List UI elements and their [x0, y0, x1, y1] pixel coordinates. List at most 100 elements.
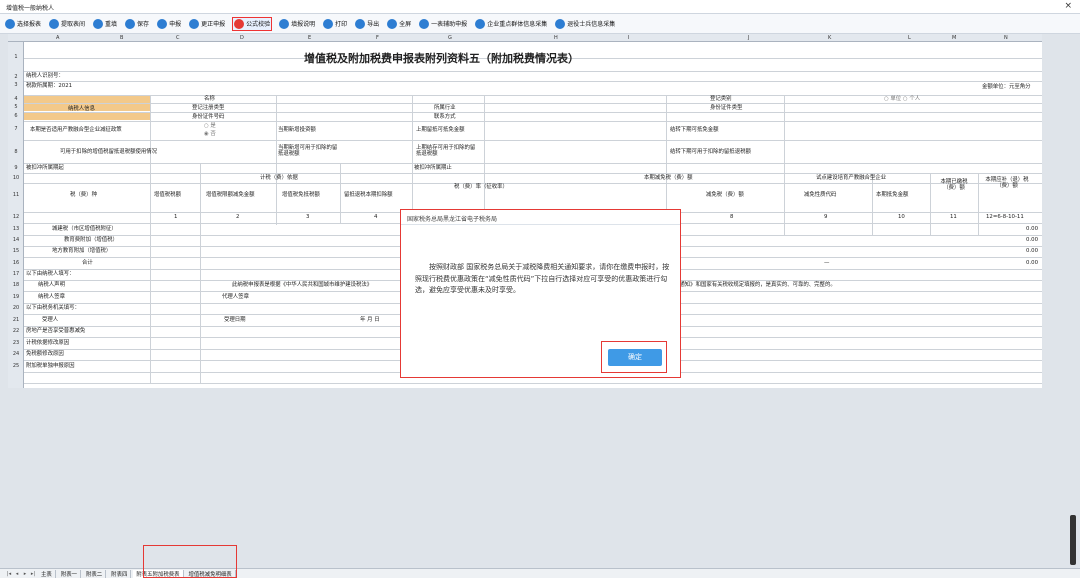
row-number[interactable]: 22 [8, 328, 24, 334]
toolbar-button-0[interactable]: 选择报表 [4, 17, 42, 31]
toolbar-button-6[interactable]: 公式校验 [232, 16, 273, 31]
toolbar-button-4[interactable]: 申报 [156, 17, 182, 31]
row-number[interactable]: 1 [8, 54, 24, 60]
close-icon[interactable]: × [1064, 1, 1072, 11]
next-credit-label: 结转下期可抵免金额 [670, 127, 719, 133]
row-number[interactable]: 19 [8, 294, 24, 300]
tab-nav-icon[interactable]: ▸| [30, 571, 36, 577]
column-letter[interactable]: F [376, 34, 379, 42]
idtype-label: 身份证件类型 [710, 105, 743, 111]
toolbar-button-11[interactable]: 一表辅助申报 [418, 17, 468, 31]
active-tab-highlight [143, 545, 237, 578]
realestate-label: 房地产是否享受普惠减免 [26, 328, 86, 334]
column-letter[interactable]: G [448, 34, 452, 42]
column-letter[interactable]: B [120, 34, 123, 42]
taxpayer-info-label: 纳税人信息 [68, 106, 95, 112]
vat-exempt-header: 增值税免抵税额 [282, 192, 320, 198]
col-num-2: 2 [236, 214, 240, 220]
column-letter[interactable]: K [828, 34, 831, 42]
tab-1[interactable]: 附表一 [58, 569, 81, 578]
tab-nav-icon[interactable]: ◂ [14, 571, 20, 577]
tab-nav-icon[interactable]: |◂ [6, 571, 12, 577]
tab-nav-icon[interactable]: ▸ [22, 571, 28, 577]
row-number[interactable]: 8 [8, 149, 24, 155]
row-total: 合计 [82, 260, 93, 266]
period-start-label: 被扣冲所属期起 [26, 165, 64, 171]
column-letter[interactable]: J [748, 34, 749, 42]
tax-type-header: 税（费）种 [70, 192, 97, 198]
row-number[interactable]: 16 [8, 260, 24, 266]
period-end-label: 被扣冲所属期止 [414, 165, 452, 171]
column-letter[interactable]: N [1004, 34, 1008, 42]
toolbar-button-1[interactable]: 提取表间 [48, 17, 86, 31]
pilot-header: 试点建设培育产教融合型企业 [816, 175, 887, 181]
print-icon [323, 18, 334, 29]
scrollbar[interactable] [1070, 515, 1076, 565]
toolbar-label: 公式校验 [246, 21, 271, 28]
row-number[interactable]: 20 [8, 305, 24, 311]
col-num-4: 4 [374, 214, 378, 220]
row-number[interactable]: 6 [8, 113, 24, 119]
toolbar-button-10[interactable]: 全屏 [386, 17, 412, 31]
row-number[interactable]: 5 [8, 104, 24, 110]
row-number[interactable]: 25 [8, 363, 24, 369]
row-number[interactable]: 14 [8, 237, 24, 243]
gridline [24, 71, 1042, 72]
vat-amount-header: 增值税税额 [154, 192, 181, 198]
column-letter[interactable]: L [908, 34, 911, 42]
tab-3[interactable]: 附表四 [108, 569, 132, 578]
column-letter[interactable]: M [952, 34, 956, 42]
row-number[interactable]: 18 [8, 282, 24, 288]
tab-0[interactable]: 主表 [38, 569, 56, 578]
tab-2[interactable]: 附表二 [83, 569, 107, 578]
column-letter[interactable]: E [308, 34, 311, 42]
toolbar-label: 填报说明 [291, 21, 316, 28]
resize-icon [419, 18, 430, 29]
reg-type-label: 登记注册类型 [192, 105, 225, 111]
share-icon [49, 18, 60, 29]
unit-person-radio[interactable]: ○ 单位 ○ 个人 [884, 96, 920, 102]
row-number[interactable]: 11 [8, 192, 24, 198]
radio-no[interactable]: ◉ 否 [204, 131, 216, 137]
row-number[interactable]: 13 [8, 226, 24, 232]
radio-yes[interactable]: ○ 是 [204, 123, 216, 129]
col-num-11: 11 [950, 214, 957, 220]
next-remain-label: 结转下期可用于扣除的留抵退税额 [670, 149, 751, 155]
row-number[interactable]: 3 [8, 82, 24, 88]
declaration-tail: 的通知》和国家有关税收规定填报的，是真实的、可靠的、完整的。 [674, 282, 836, 288]
refund-header: 本期应补（退）税（费）额 [985, 177, 1029, 190]
name-label: 名称 [204, 96, 215, 102]
row-number[interactable]: 9 [8, 165, 24, 171]
toolbar-button-7[interactable]: 填报说明 [278, 17, 316, 31]
last-remain-label: 上期结存可用于扣除的留抵退税额 [416, 145, 476, 158]
toolbar-button-8[interactable]: 打印 [322, 17, 348, 31]
total-dash: — [824, 260, 830, 266]
toolbar-button-13[interactable]: 退役士兵信息采集 [554, 17, 616, 31]
column-letter[interactable]: H [554, 34, 558, 42]
column-letter[interactable]: I [628, 34, 629, 42]
column-letter[interactable]: A [56, 34, 59, 42]
row-number[interactable]: 24 [8, 351, 24, 357]
row-number[interactable]: 17 [8, 271, 24, 277]
row-number[interactable]: 4 [8, 96, 24, 102]
column-letter[interactable]: D [240, 34, 244, 42]
row-number[interactable]: 10 [8, 175, 24, 181]
row-number[interactable]: 21 [8, 317, 24, 323]
toolbar-button-5[interactable]: 更正申报 [188, 17, 226, 31]
toolbar-button-2[interactable]: 重填 [92, 17, 118, 31]
toolbar-button-12[interactable]: 企业重点群体信息采集 [474, 17, 548, 31]
row-number[interactable]: 15 [8, 248, 24, 254]
column-letter[interactable]: C [176, 34, 180, 42]
gridline [24, 140, 1042, 141]
row-number[interactable]: 23 [8, 340, 24, 346]
gridline [24, 183, 1042, 184]
row-number[interactable]: 12 [8, 214, 24, 220]
toolbar-button-9[interactable]: 导出 [354, 17, 380, 31]
toolbar-button-3[interactable]: 保存 [124, 17, 150, 31]
col-num-1: 1 [174, 214, 178, 220]
new-credit-label: 当期新增可用于扣除的留抵退税额 [278, 145, 338, 158]
ok-button[interactable]: 确定 [608, 349, 662, 366]
row-number[interactable]: 7 [8, 126, 24, 132]
formula-icon [234, 18, 245, 29]
row-number[interactable]: 2 [8, 74, 24, 80]
